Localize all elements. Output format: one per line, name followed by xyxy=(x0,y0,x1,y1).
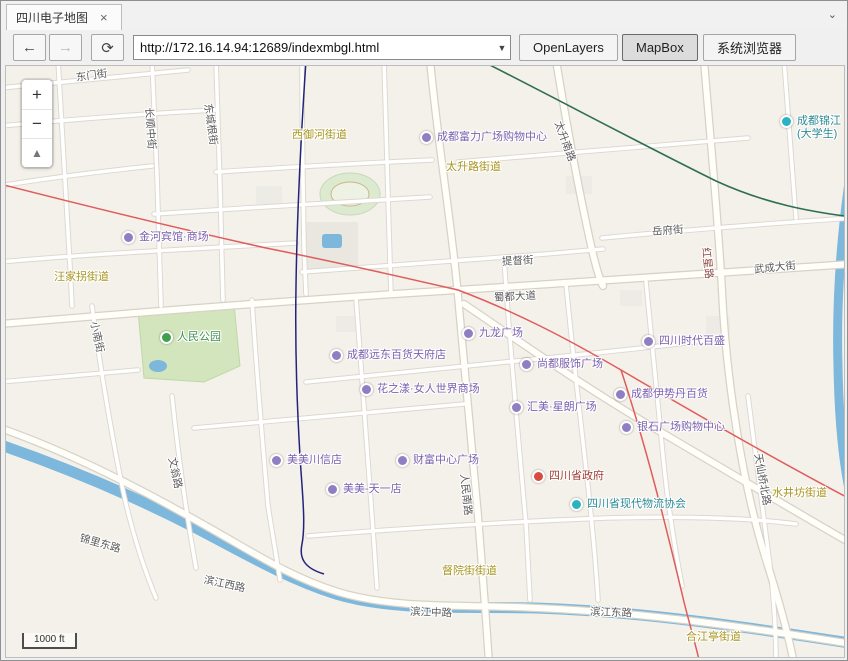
poi-shopping: 花之漾·女人世界商场 xyxy=(360,383,480,396)
back-button[interactable]: ← xyxy=(13,34,46,61)
street-label: 文翁路 xyxy=(165,456,186,490)
tab-overflow-icon[interactable]: ⌄ xyxy=(828,8,837,21)
shopping-icon xyxy=(462,327,475,340)
district-label: 西御河街道 xyxy=(292,126,347,142)
tab[interactable]: 四川电子地图 × xyxy=(6,4,122,30)
poi-label: 财富中心广场 xyxy=(413,454,479,467)
shopping-icon xyxy=(614,388,627,401)
poi-org: 四川省现代物流协会 xyxy=(570,498,686,511)
poi-shopping: 财富中心广场 xyxy=(396,454,479,467)
poi-label: 成都富力广场购物中心 xyxy=(437,131,547,144)
poi-label: 九龙广场 xyxy=(479,327,523,340)
system-browser-button[interactable]: 系统浏览器 xyxy=(703,34,796,61)
district-label: 汪家拐街道 xyxy=(54,268,109,284)
shopping-icon xyxy=(326,483,339,496)
poi-shopping: 金河宾馆·商场 xyxy=(122,231,209,244)
poi-label: 四川省现代物流协会 xyxy=(587,498,686,511)
poi-park: 人民公园 xyxy=(160,331,221,344)
poi-government: 四川省政府 xyxy=(532,470,604,483)
scale-bar: 1000 ft xyxy=(22,633,77,649)
compass-button[interactable]: ▲ xyxy=(22,138,52,167)
street-label: 锦里东路 xyxy=(78,530,123,556)
street-label: 蜀都大道 xyxy=(494,288,537,305)
street-label: 岳府街 xyxy=(651,222,683,239)
url-input[interactable] xyxy=(134,36,494,59)
district-label: 督院街街道 xyxy=(442,562,497,578)
street-label: 太升南路 xyxy=(551,119,579,164)
poi-shopping: 美美川信店 xyxy=(270,454,342,467)
poi-shopping: 九龙广场 xyxy=(462,327,523,340)
forward-button[interactable]: → xyxy=(49,34,82,61)
tab-bar: 四川电子地图 × ⌄ xyxy=(1,1,847,30)
map-label-layer: 东门街长顺中街 东城根街 太升南路岳府街红星路 武成大街 提督街蜀都大道小南街人民南路 文… xyxy=(6,66,844,657)
poi-shopping: 成都远东百货天府店 xyxy=(330,349,446,362)
street-label: 滨江中路 xyxy=(410,604,452,620)
map-canvas[interactable]: 东门街长顺中街 东城根街 太升南路岳府街红星路 武成大街 提督街蜀都大道小南街人民南路 文… xyxy=(5,65,845,658)
poi-shopping: 尚都服饰广场 xyxy=(520,358,603,371)
street-label: 提督街 xyxy=(502,252,534,269)
poi-label: 美美川信店 xyxy=(287,454,342,467)
poi-label: 金河宾馆·商场 xyxy=(139,231,209,244)
shopping-icon xyxy=(642,335,655,348)
poi-label: 银石广场购物中心 xyxy=(637,421,725,434)
street-label: 武成大街 xyxy=(753,258,796,277)
poi-shopping: 成都富力广场购物中心 xyxy=(420,131,547,144)
refresh-button[interactable]: ⟳ xyxy=(91,34,124,61)
street-label: 小南街 xyxy=(87,320,108,354)
poi-label: 尚都服饰广场 xyxy=(537,358,603,371)
shopping-icon xyxy=(420,131,433,144)
poi-shopping: 四川时代百盛 xyxy=(642,335,725,348)
shopping-icon xyxy=(510,401,523,414)
government-icon xyxy=(532,470,545,483)
street-label: 东门街 xyxy=(75,66,108,85)
poi-label: 成都锦江(大学生) xyxy=(797,115,841,141)
shopping-icon xyxy=(620,421,633,434)
street-label: 人民南路 xyxy=(457,473,476,516)
street-label: 红星路 xyxy=(699,247,717,280)
district-label: 水井坊街道 xyxy=(772,484,827,500)
park-icon xyxy=(160,331,173,344)
url-dropdown-icon[interactable]: ▼ xyxy=(494,43,510,53)
street-label: 滨江东路 xyxy=(590,604,632,620)
street-label: 滨江西路 xyxy=(202,572,246,595)
district-label: 太升路街道 xyxy=(446,158,501,174)
tab-title: 四川电子地图 xyxy=(16,9,88,26)
app-window: 四川电子地图 × ⌄ ← → ⟳ ▼ OpenLayers MapBox 系统浏… xyxy=(0,0,848,661)
poi-shopping: 汇美·星朗广场 xyxy=(510,401,597,414)
poi-label: 汇美·星朗广场 xyxy=(527,401,597,414)
poi-hotel: 成都锦江(大学生) xyxy=(780,115,841,141)
shopping-icon xyxy=(520,358,533,371)
shopping-icon xyxy=(122,231,135,244)
poi-label: 成都伊势丹百货 xyxy=(631,388,708,401)
poi-label: 成都远东百货天府店 xyxy=(347,349,446,362)
poi-label: 人民公园 xyxy=(177,331,221,344)
poi-shopping: 成都伊势丹百货 xyxy=(614,388,708,401)
hotel-icon xyxy=(780,115,793,128)
shopping-icon xyxy=(396,454,409,467)
poi-label: 美美-天一店 xyxy=(343,483,402,496)
tab-close-icon[interactable]: × xyxy=(100,11,108,24)
district-label: 合江亭街道 xyxy=(686,628,741,644)
zoom-in-button[interactable]: + xyxy=(22,80,52,109)
map-zoom-control: + − ▲ xyxy=(22,80,52,167)
url-box: ▼ xyxy=(133,35,511,60)
shopping-icon xyxy=(270,454,283,467)
poi-label: 四川时代百盛 xyxy=(659,335,725,348)
poi-shopping: 银石广场购物中心 xyxy=(620,421,725,434)
poi-shopping: 美美-天一店 xyxy=(326,483,402,496)
mapbox-button[interactable]: MapBox xyxy=(622,34,698,61)
openlayers-button[interactable]: OpenLayers xyxy=(519,34,618,61)
shopping-icon xyxy=(330,349,343,362)
poi-label: 花之漾·女人世界商场 xyxy=(377,383,480,396)
street-label: 东城根街 xyxy=(201,102,222,146)
org-icon xyxy=(570,498,583,511)
compass-icon: ▲ xyxy=(31,146,43,160)
poi-label: 四川省政府 xyxy=(549,470,604,483)
street-label: 长顺中街 xyxy=(142,107,160,150)
browser-toolbar: ← → ⟳ ▼ OpenLayers MapBox 系统浏览器 xyxy=(1,30,847,65)
shopping-icon xyxy=(360,383,373,396)
zoom-out-button[interactable]: − xyxy=(22,109,52,138)
street-label: 天仙桥北路 xyxy=(751,452,775,506)
